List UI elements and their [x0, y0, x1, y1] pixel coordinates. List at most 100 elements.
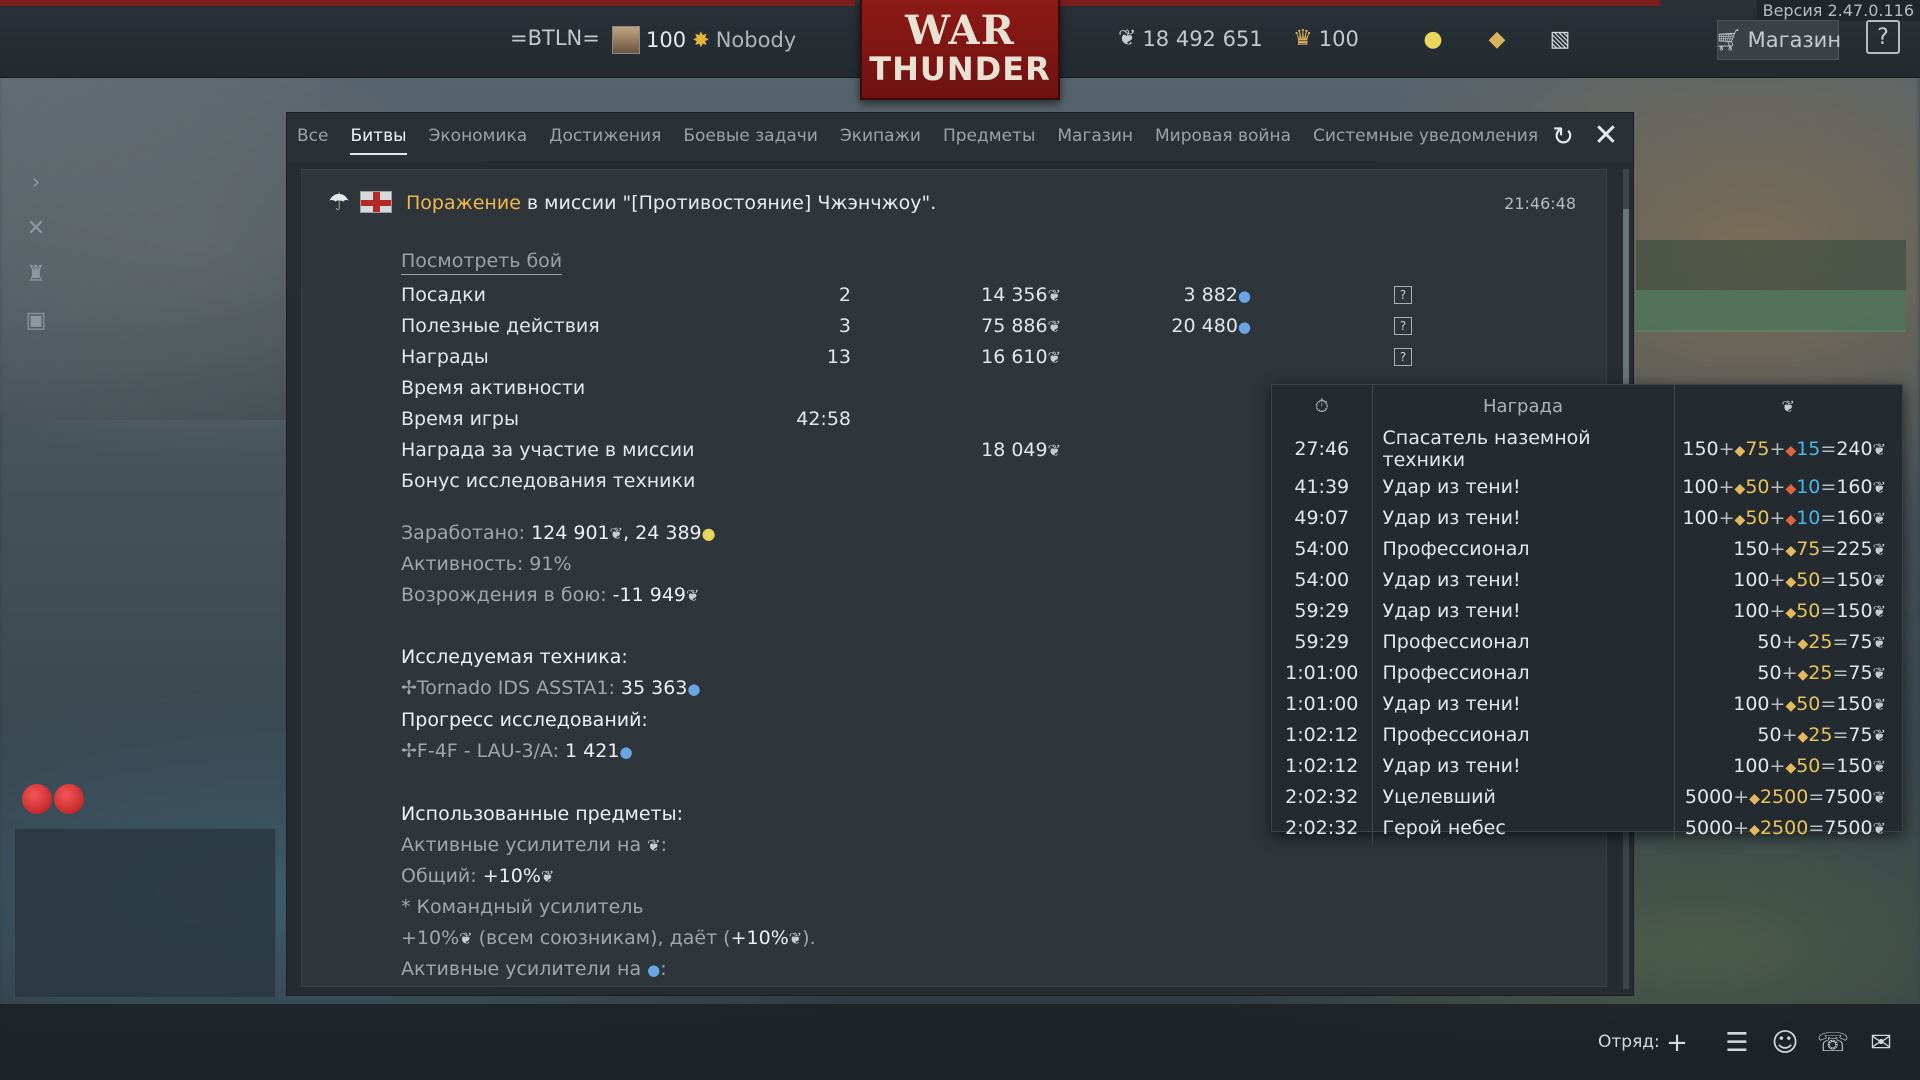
premium-diamond-icon[interactable]: ◆	[1482, 24, 1512, 54]
help-button[interactable]: ?	[1866, 20, 1900, 54]
tab-system-notifications[interactable]: Системные уведомления	[1313, 116, 1538, 158]
silver-lion-icon: ❦	[1118, 26, 1137, 51]
clan-tag[interactable]: =BTLN=	[510, 26, 600, 50]
equals-sign: =	[1832, 723, 1849, 746]
plus-sign: +	[1733, 785, 1750, 808]
stats-row: Награды 13 16 610❦ ?	[401, 342, 1521, 373]
award-total: 150	[1836, 754, 1873, 777]
crew-icon[interactable]: ♜	[20, 262, 52, 290]
aircraft-icon: ✢	[401, 677, 417, 699]
stats-count: 42:58	[796, 408, 851, 430]
activity-label: Активность:	[401, 553, 530, 575]
view-battle-link[interactable]: Посмотреть бой	[401, 250, 563, 275]
tab-economy[interactable]: Экономика	[429, 116, 528, 158]
awards-tooltip: ⏱ Награда ❦ 27:46 Спасатель наземной техн…	[1271, 384, 1903, 843]
award-bonus-gold: 50	[1796, 599, 1821, 622]
equals-sign: =	[1832, 630, 1849, 653]
award-total: 150	[1836, 599, 1873, 622]
award-base: 50	[1757, 723, 1782, 746]
contacts-icon[interactable]: ☺	[1768, 1026, 1802, 1060]
player-profile[interactable]: 100 ✸ Nobody	[612, 26, 796, 54]
chevron-right-icon[interactable]: ›	[20, 170, 52, 198]
list-icon[interactable]: ☰	[1720, 1026, 1754, 1060]
commander-desc: +10%❦ (всем союзникам), даёт (+10%❦).	[401, 923, 816, 954]
coupon-icon[interactable]: ▧	[1545, 24, 1575, 54]
silver-lions-balance[interactable]: ❦ 18 492 651	[1118, 26, 1263, 51]
award-name: Герой небес	[1372, 812, 1675, 843]
award-name: Удар из тени!	[1372, 502, 1675, 533]
researched-line: ✢Tornado IDS ASSTA1: 35 363●	[401, 673, 816, 705]
silver-lion-icon: ❦	[647, 836, 661, 855]
boosters-rp-label: Активные усилители на	[401, 958, 648, 980]
help-icon[interactable]: ?	[1394, 286, 1412, 304]
top-accent-left	[0, 0, 855, 6]
award-bonus-blue: 10	[1796, 506, 1821, 529]
scrollbar-thumb[interactable]	[1623, 209, 1629, 389]
award-row: 54:00 Профессионал 150+◆75=225❦	[1272, 533, 1902, 564]
award-total: 225	[1836, 537, 1873, 560]
award-base: 5000	[1684, 785, 1734, 808]
silver-lion-icon: ❦	[1872, 601, 1886, 621]
award-row: 1:02:12 Удар из тени! 100+◆50=150❦	[1272, 750, 1902, 781]
avatar	[612, 26, 640, 54]
crossed-icon[interactable]: ✕	[20, 216, 52, 244]
gold-diamond-icon: ◆	[1785, 697, 1797, 714]
research-bulb-icon[interactable]: ●	[1418, 24, 1448, 54]
award-total: 7500	[1824, 816, 1873, 839]
gold-diamond-icon: ◆	[1797, 635, 1809, 652]
equals-sign: =	[1820, 506, 1837, 529]
award-base: 5000	[1684, 816, 1734, 839]
award-total: 7500	[1824, 785, 1873, 808]
chat-icon[interactable]: ☏	[1816, 1026, 1850, 1060]
commander-desc-b: (всем союзникам), даёт (	[472, 927, 731, 949]
boosters-rp-line: Активные усилители на ●:	[401, 954, 816, 986]
game-logo[interactable]: WAR THUNDER	[860, 0, 1060, 100]
tab-crews[interactable]: Экипажи	[840, 116, 921, 158]
boosters-sl-line: Активные усилители на ❦:	[401, 830, 816, 861]
plus-sign: +	[1718, 475, 1735, 498]
tab-items[interactable]: Предметы	[943, 116, 1035, 158]
award-reward: 100+◆50=150❦	[1674, 595, 1902, 626]
awards-table: ⏱ Награда ❦ 27:46 Спасатель наземной техн…	[1272, 385, 1902, 843]
award-row: 1:01:00 Профессионал 50+◆25=75❦	[1272, 657, 1902, 688]
gold-diamond-icon: ◆	[1749, 821, 1760, 838]
award-total: 240	[1836, 438, 1873, 460]
award-base: 100	[1733, 599, 1770, 622]
tab-shop[interactable]: Магазин	[1057, 116, 1133, 158]
equals-sign: =	[1820, 438, 1837, 460]
tab-battles[interactable]: Битвы	[350, 116, 407, 158]
shop-button[interactable]: 🛒︎ Магазин	[1715, 20, 1841, 60]
award-total: 160	[1836, 506, 1873, 529]
award-reward: 100+◆50=150❦	[1674, 564, 1902, 595]
activity-line: Активность: 91%	[401, 549, 816, 580]
stats-label: Полезные действия	[401, 315, 600, 337]
mail-icon[interactable]: ✉	[1864, 1026, 1898, 1060]
progress-value: 1 421	[565, 740, 620, 762]
tab-achievements[interactable]: Достижения	[549, 116, 661, 158]
help-icon[interactable]: ?	[1394, 317, 1412, 335]
tab-all[interactable]: Все	[297, 116, 328, 158]
tab-world-war[interactable]: Мировая война	[1155, 116, 1291, 158]
logo-word-war: WAR	[905, 7, 1015, 54]
plus-sign: +	[1781, 661, 1798, 684]
silver-lion-icon: ❦	[1047, 348, 1061, 367]
award-time: 54:00	[1272, 533, 1373, 564]
gold-diamond-icon: ◆	[1797, 728, 1809, 745]
award-time: 59:29	[1272, 595, 1373, 626]
award-total: 150	[1836, 568, 1873, 591]
close-icon[interactable]: ✕	[1591, 121, 1621, 151]
award-name: Профессионал	[1372, 719, 1675, 750]
award-bonus-blue: 15	[1796, 438, 1821, 460]
square-icon[interactable]: ▣	[20, 308, 52, 336]
add-squad-member-icon[interactable]: +	[1660, 1026, 1694, 1060]
silver-lion-icon: ❦	[459, 929, 473, 948]
silver-lion-icon: ❦	[1872, 508, 1886, 528]
golden-eagles-balance[interactable]: ♛ 100	[1293, 26, 1359, 51]
plus-sign: +	[1769, 754, 1786, 777]
stats-label: Награды	[401, 346, 489, 368]
tab-battle-tasks[interactable]: Боевые задачи	[683, 116, 818, 158]
help-icon[interactable]: ?	[1394, 348, 1412, 366]
silver-lion-icon: ❦	[1872, 663, 1886, 683]
refresh-icon[interactable]: ↻	[1549, 123, 1577, 151]
award-row: 1:02:12 Профессионал 50+◆25=75❦	[1272, 719, 1902, 750]
